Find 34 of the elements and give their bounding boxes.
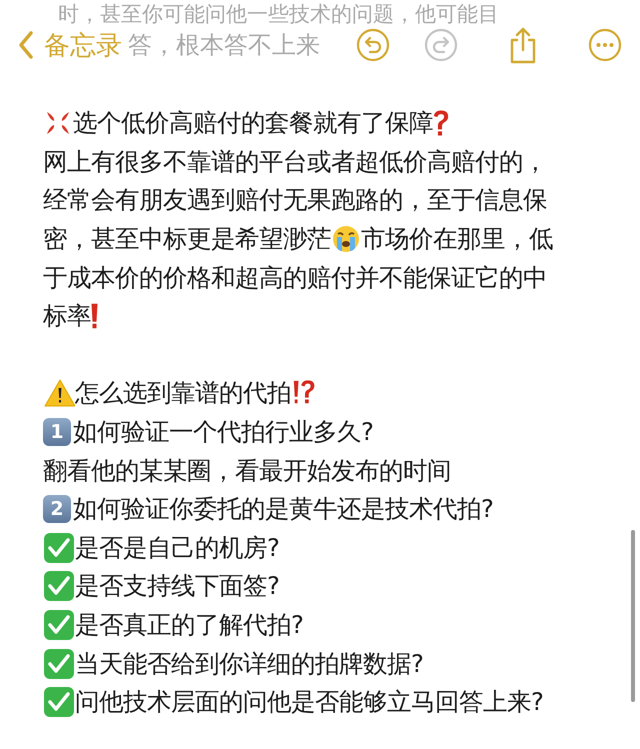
number-keycap: 2 [43, 495, 71, 524]
back-chevron-icon [18, 30, 34, 60]
note-text: 如何验证一个代拍行业多久? [73, 416, 374, 448]
note-text: 市场价在那里，低 [361, 223, 553, 256]
note-text: 当天能否给到你详细的拍牌数据? [75, 648, 424, 680]
checkmark-icon [43, 570, 75, 602]
number-keycap: 1 [43, 418, 71, 446]
faded-note-text: 时，甚至你可能问他一些技术的问题，他可能目 [58, 1, 499, 28]
note-text: 怎么选到靠谱的代拍 [75, 377, 291, 410]
note-text: 标率 [43, 300, 91, 332]
note-text: 选个低价高赔付的套餐就有了保障 [73, 107, 433, 140]
faded-note-text: 答，根本答不上来 [128, 30, 320, 61]
crying-face-icon [331, 224, 361, 254]
checkmark-icon [43, 648, 75, 680]
note-text: 于成本价的价格和超高的赔付并不能保证它的中 [43, 262, 547, 294]
question-mark-icon [433, 110, 449, 136]
checkmark-icon [43, 686, 75, 718]
note-text: 经常会有朋友遇到赔付无果跑路的，至于信息保 [43, 184, 547, 216]
checkmark-icon [43, 532, 75, 564]
back-button[interactable]: 备忘录 [18, 28, 122, 62]
note-text: 是否支持线下面签? [75, 570, 280, 602]
note-text: 问他技术层面的问他是否能够立马回答上来? [75, 686, 544, 718]
checkmark-icon [43, 609, 75, 642]
warning-icon [43, 378, 75, 408]
exclamation-mark-icon [91, 303, 98, 330]
note-text: 是否是自己的机房? [75, 532, 280, 564]
more-icon[interactable] [588, 28, 622, 62]
note-text: 是否真正的了解代拍? [75, 609, 304, 642]
undo-icon[interactable] [356, 28, 390, 62]
note-text: 密，甚至中标更是希望渺茫 [43, 223, 331, 256]
note-text: 网上有很多不靠谱的平台或者超低价高赔付的， [43, 146, 547, 178]
note-text: 翻看他的某某圈，看最开始发布的时间 [43, 454, 451, 487]
scrollbar[interactable] [631, 530, 635, 702]
note-text: 如何验证你委托的是黄牛还是技术代拍? [73, 493, 494, 526]
